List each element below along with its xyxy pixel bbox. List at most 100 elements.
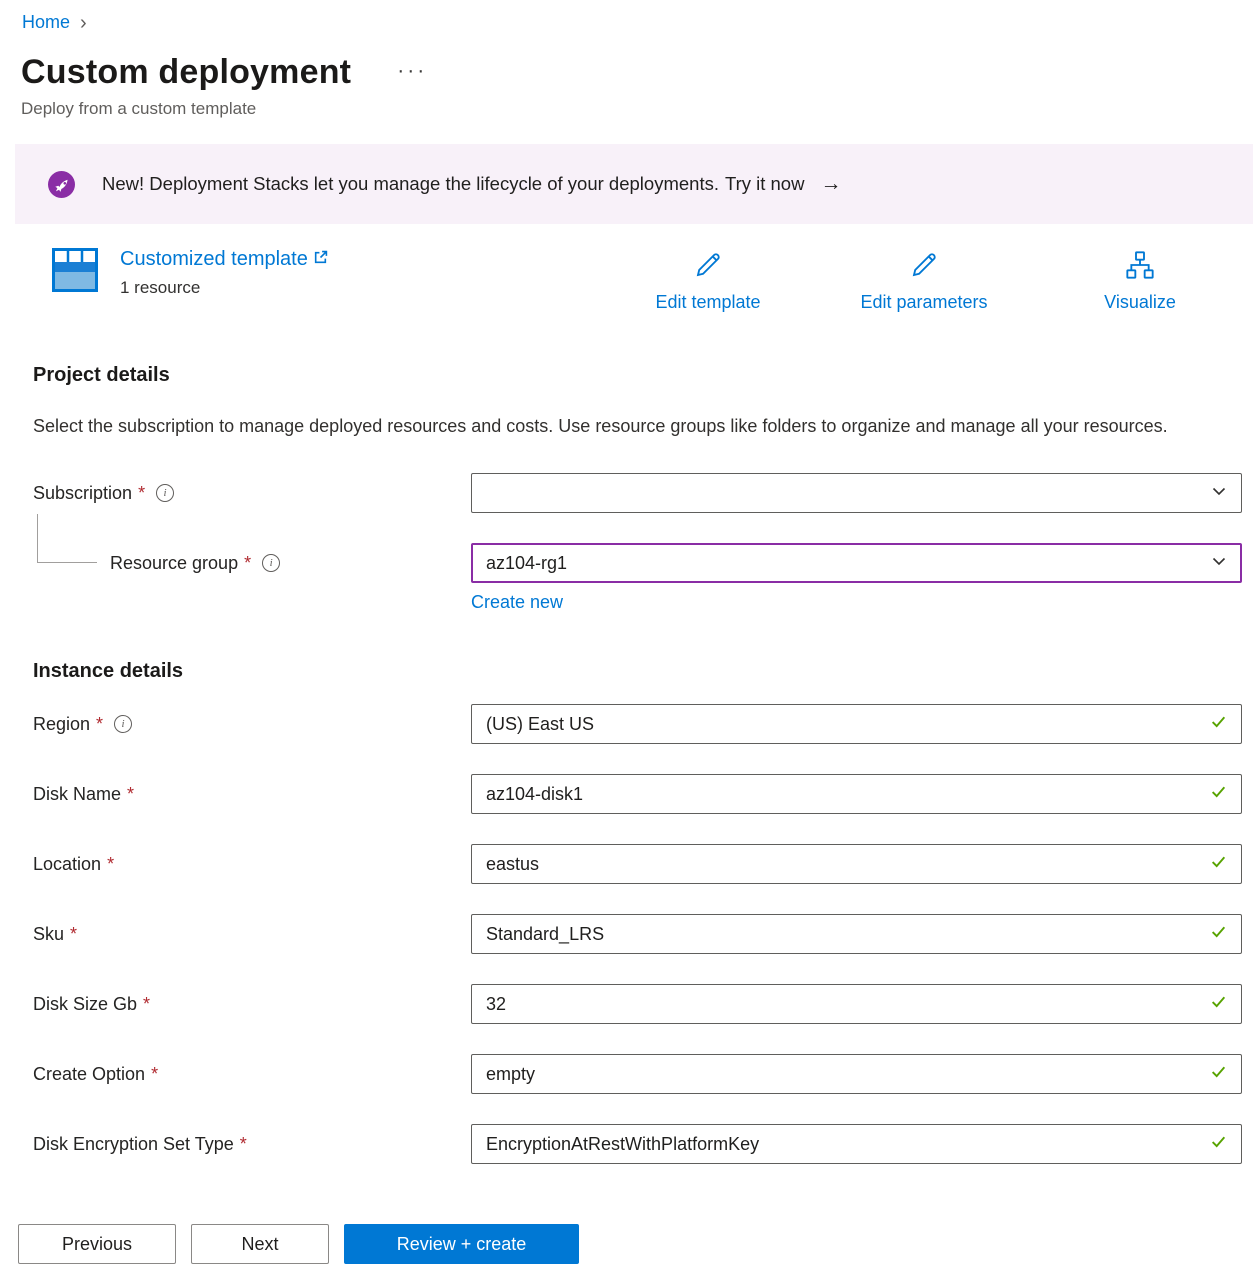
template-info: Customized template 1 resource: [52, 248, 328, 298]
disk-name-value: az104-disk1: [486, 784, 583, 805]
required-asterisk: *: [70, 924, 77, 945]
next-button[interactable]: Next: [191, 1224, 329, 1264]
more-options-icon[interactable]: ···: [397, 59, 427, 83]
subscription-label: Subscription: [33, 483, 132, 504]
customized-template-link[interactable]: Customized template: [120, 248, 328, 271]
sku-label-cell: Sku *: [33, 924, 471, 945]
visualize-button[interactable]: Visualize: [1064, 248, 1216, 314]
external-link-icon: [313, 248, 328, 271]
disk-encryption-input[interactable]: EncryptionAtRestWithPlatformKey: [471, 1124, 1242, 1164]
previous-button[interactable]: Previous: [18, 1224, 176, 1264]
create-new-link[interactable]: Create new: [471, 592, 563, 612]
sku-label: Sku: [33, 924, 64, 945]
disk-name-row: Disk Name * az104-disk1: [33, 774, 1242, 814]
disk-name-input[interactable]: az104-disk1: [471, 774, 1242, 814]
page-title: Custom deployment: [21, 53, 351, 92]
chevron-down-icon[interactable]: [1211, 553, 1227, 574]
instance-details-heading: Instance details: [33, 660, 1242, 683]
disk-size-value: 32: [486, 994, 506, 1015]
required-asterisk: *: [138, 483, 145, 504]
valid-check-icon: [1210, 1133, 1227, 1155]
banner-try-it-now-link[interactable]: Try it now: [725, 173, 805, 195]
required-asterisk: *: [151, 1064, 158, 1085]
required-asterisk: *: [240, 1134, 247, 1155]
create-option-label: Create Option: [33, 1064, 145, 1085]
info-icon[interactable]: i: [156, 484, 174, 502]
sku-input[interactable]: Standard_LRS: [471, 914, 1242, 954]
main-form: Project details Select the subscription …: [0, 364, 1253, 1164]
subscription-label-cell: Subscription * i: [33, 483, 471, 504]
resource-group-row: Resource group * i az104-rg1: [33, 543, 1242, 583]
location-value: eastus: [486, 854, 539, 875]
region-value: (US) East US: [486, 714, 594, 735]
resource-group-dropdown[interactable]: az104-rg1: [471, 543, 1242, 583]
footer-action-bar: Previous Next Review + create: [0, 1208, 1253, 1280]
location-row: Location * eastus: [33, 844, 1242, 884]
resource-group-connector-line: [37, 514, 97, 563]
page-subtitle: Deploy from a custom template: [21, 99, 1253, 119]
pencil-icon: [908, 249, 940, 286]
chevron-down-icon[interactable]: [1211, 483, 1227, 504]
required-asterisk: *: [96, 714, 103, 735]
required-asterisk: *: [244, 553, 251, 574]
required-asterisk: *: [107, 854, 114, 875]
create-option-value: empty: [486, 1064, 535, 1085]
valid-check-icon: [1210, 783, 1227, 805]
edit-template-button[interactable]: Edit template: [632, 248, 784, 314]
disk-name-label-cell: Disk Name *: [33, 784, 471, 805]
banner-text: New! Deployment Stacks let you manage th…: [102, 173, 719, 195]
valid-check-icon: [1210, 853, 1227, 875]
breadcrumb-home-link[interactable]: Home: [22, 12, 70, 33]
org-chart-icon: [1124, 249, 1156, 286]
template-icon: [52, 248, 98, 298]
resource-group-value: az104-rg1: [486, 553, 567, 574]
disk-encryption-set-type-row: Disk Encryption Set Type * EncryptionAtR…: [33, 1124, 1242, 1164]
visualize-label: Visualize: [1104, 292, 1176, 313]
region-label: Region: [33, 714, 90, 735]
info-icon[interactable]: i: [262, 554, 280, 572]
breadcrumb: Home ›: [0, 0, 1253, 33]
valid-check-icon: [1210, 993, 1227, 1015]
instance-rows: Region * i (US) East US Disk Name *: [33, 704, 1242, 1164]
template-text: Customized template 1 resource: [120, 248, 328, 298]
header: Custom deployment ···: [21, 53, 1253, 92]
region-input[interactable]: (US) East US: [471, 704, 1242, 744]
edit-parameters-label: Edit parameters: [860, 292, 987, 313]
sku-row: Sku * Standard_LRS: [33, 914, 1242, 954]
location-label-cell: Location *: [33, 854, 471, 875]
pencil-icon: [692, 249, 724, 286]
template-actions: Edit template Edit parameters: [632, 248, 1242, 314]
disk-size-label-cell: Disk Size Gb *: [33, 994, 471, 1015]
sku-value: Standard_LRS: [486, 924, 604, 945]
location-input[interactable]: eastus: [471, 844, 1242, 884]
subscription-row: Subscription * i: [33, 473, 1242, 513]
valid-check-icon: [1210, 713, 1227, 735]
valid-check-icon: [1210, 1063, 1227, 1085]
disk-size-label: Disk Size Gb: [33, 994, 137, 1015]
template-resource-count: 1 resource: [120, 278, 328, 298]
location-label: Location: [33, 854, 101, 875]
subscription-dropdown[interactable]: [471, 473, 1242, 513]
breadcrumb-chevron-icon: ›: [80, 13, 87, 33]
valid-check-icon: [1210, 923, 1227, 945]
template-summary-row: Customized template 1 resource: [52, 248, 1242, 314]
create-option-input[interactable]: empty: [471, 1054, 1242, 1094]
project-details-heading: Project details: [33, 364, 1242, 387]
deployment-stacks-banner: New! Deployment Stacks let you manage th…: [15, 144, 1253, 224]
review-create-button[interactable]: Review + create: [344, 1224, 579, 1264]
project-form: Subscription * i Resource group: [33, 473, 1242, 613]
create-option-label-cell: Create Option *: [33, 1064, 471, 1085]
info-icon[interactable]: i: [114, 715, 132, 733]
disk-encryption-value: EncryptionAtRestWithPlatformKey: [486, 1134, 759, 1155]
rocket-icon: [48, 171, 75, 198]
disk-encryption-label-cell: Disk Encryption Set Type *: [33, 1134, 471, 1155]
create-option-row: Create Option * empty: [33, 1054, 1242, 1094]
disk-encryption-label: Disk Encryption Set Type: [33, 1134, 234, 1155]
arrow-right-icon[interactable]: →: [820, 172, 841, 196]
customized-template-label: Customized template: [120, 248, 308, 271]
edit-template-label: Edit template: [655, 292, 760, 313]
disk-size-row: Disk Size Gb * 32: [33, 984, 1242, 1024]
disk-size-input[interactable]: 32: [471, 984, 1242, 1024]
edit-parameters-button[interactable]: Edit parameters: [848, 248, 1000, 314]
resource-group-label: Resource group: [110, 553, 238, 574]
